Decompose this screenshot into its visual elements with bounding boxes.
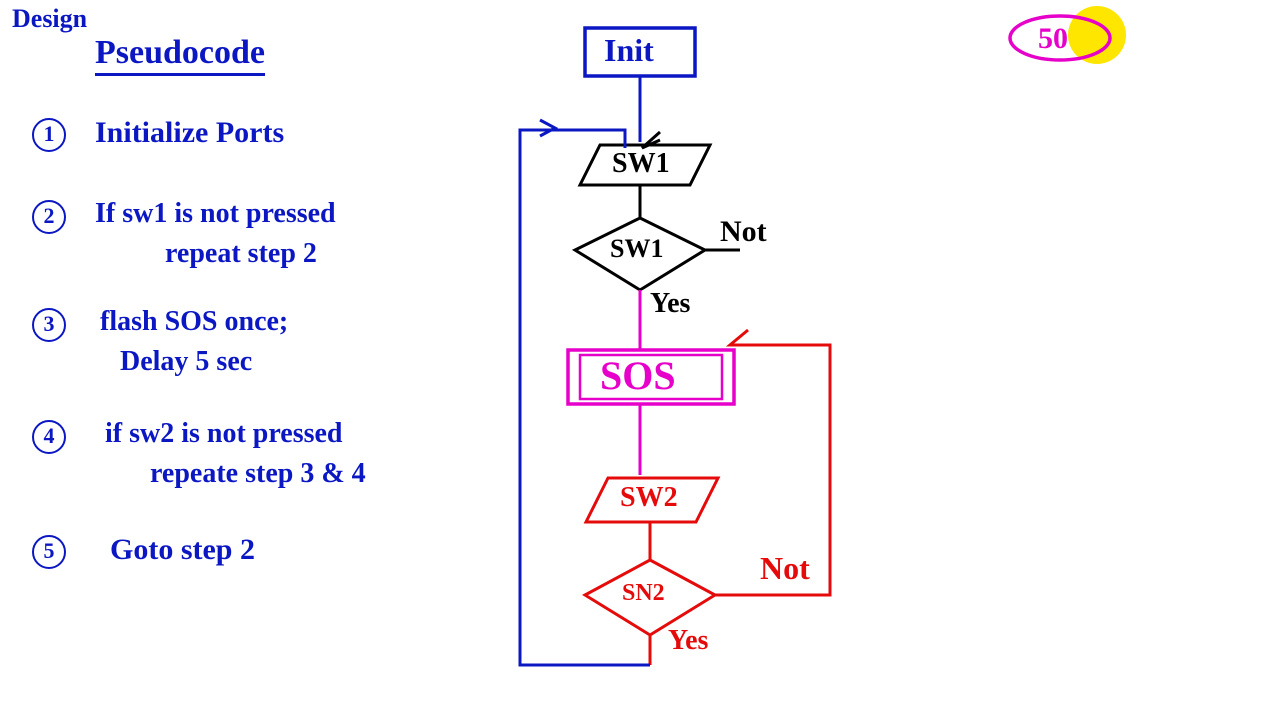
sw1-decision-label: SW1: [610, 234, 663, 264]
step-1-num: 1: [32, 118, 66, 152]
topright-50: 50: [1038, 22, 1068, 56]
sw2-decision-label: SN2: [622, 580, 665, 607]
not1-label: Not: [720, 215, 767, 249]
whiteboard: { "colors":{ "blue":"#0b17c2", "black":"…: [0, 0, 1280, 720]
step-4-num: 4: [32, 420, 66, 454]
step-2-num: 2: [32, 200, 66, 234]
step-3-line1: flash SOS once;: [100, 306, 288, 338]
highlight-dot: [1068, 6, 1126, 64]
step-2-line1: If sw1 is not pressed: [95, 198, 336, 230]
step-4-line1: if sw2 is not pressed: [105, 418, 343, 450]
step-2-line2: repeat step 2: [165, 238, 317, 270]
yes2-label: Yes: [668, 625, 708, 657]
step-3-line2: Delay 5 sec: [120, 346, 252, 378]
design-label: Design: [12, 4, 87, 34]
sos-label: SOS: [600, 352, 676, 399]
init-label: Init: [604, 32, 654, 69]
yes1-label: Yes: [650, 288, 690, 320]
not2-label: Not: [760, 550, 810, 587]
pseudocode-label: Pseudocode: [95, 34, 265, 72]
step-4-line2: repeate step 3 & 4: [150, 458, 366, 490]
step-1-text: Initialize Ports: [95, 116, 284, 150]
sw2-read-label: SW2: [620, 482, 678, 514]
sw1-read-label: SW1: [612, 148, 670, 180]
step-5-text: Goto step 2: [110, 533, 255, 567]
step-3-num: 3: [32, 308, 66, 342]
step-5-num: 5: [32, 535, 66, 569]
